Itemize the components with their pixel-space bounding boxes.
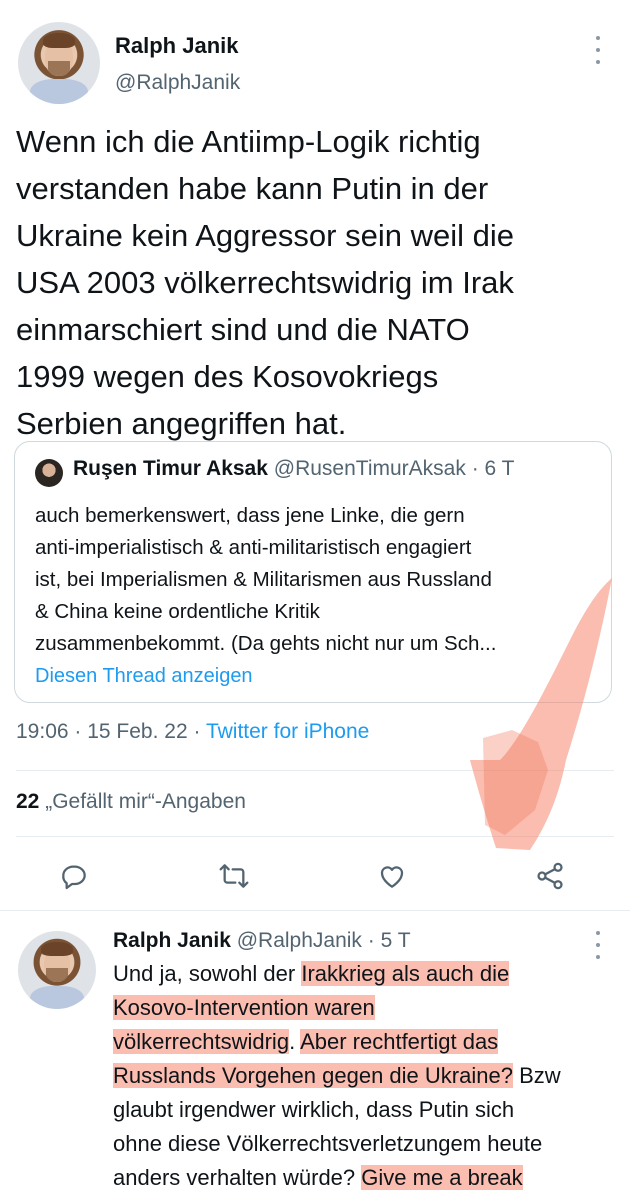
reply-text-line: Russlands Vorgehen gegen die Ukraine? Bz… bbox=[113, 1059, 613, 1093]
show-thread-link[interactable]: Diesen Thread anzeigen bbox=[35, 665, 253, 688]
tweet-meta: 19:06 · 15 Feb. 22 · Twitter for iPhone bbox=[16, 720, 370, 743]
reply-author-handle[interactable]: @RalphJanik bbox=[237, 929, 362, 952]
more-icon[interactable] bbox=[592, 931, 604, 959]
reply-text-segment: Bzw bbox=[512, 1063, 561, 1088]
quoted-author-handle: @RusenTimurAksak bbox=[273, 457, 466, 480]
quoted-tweet-card[interactable]: Ruşen Timur Aksak @RusenTimurAksak · 6 T… bbox=[14, 441, 612, 703]
reply-text: Und ja, sowohl der Irakkrieg als auch di… bbox=[113, 957, 613, 1195]
share-button[interactable] bbox=[530, 856, 570, 896]
retweet-icon bbox=[219, 864, 249, 888]
likes-label: „Gefällt mir“-Angaben bbox=[45, 790, 246, 813]
reply-text-segment: Und ja, sowohl der bbox=[113, 961, 302, 986]
reply-author-name[interactable]: Ralph Janik bbox=[113, 929, 231, 952]
reply-header: Ralph Janik @RalphJanik · 5 T bbox=[113, 929, 411, 953]
highlighted-text: Give me a break bbox=[361, 1165, 523, 1190]
quoted-text-line: ist, bei Imperialismen & Militarismen au… bbox=[35, 568, 492, 591]
reply-text-line: glaubt irgendwer wirklich, dass Putin si… bbox=[113, 1097, 515, 1122]
more-icon[interactable] bbox=[592, 36, 604, 64]
divider bbox=[16, 770, 614, 771]
share-icon bbox=[537, 862, 563, 890]
tweet-text-line: Serbien angegriffen hat. bbox=[16, 406, 347, 441]
quoted-author-name: Ruşen Timur Aksak bbox=[73, 457, 268, 480]
quoted-text-line: anti-imperialistisch & anti-militaristis… bbox=[35, 536, 472, 559]
reply-text-line: anders verhalten würde? Give me a break bbox=[113, 1161, 613, 1195]
reply-text-line: Und ja, sowohl der Irakkrieg als auch di… bbox=[113, 957, 613, 991]
tweet-text-line: Wenn ich die Antiimp-Logik richtig bbox=[16, 124, 481, 159]
tweet-text-line: 1999 wegen des Kosovokriegs bbox=[16, 359, 439, 394]
tweet-text-line: Ukraine kein Aggressor sein weil die bbox=[16, 218, 514, 253]
quoted-tweet-text: auch bemerkenswert, dass jene Linke, die… bbox=[35, 500, 595, 660]
reply-author-avatar[interactable] bbox=[18, 931, 96, 1009]
reply-text-line: Kosovo-Intervention waren bbox=[113, 991, 613, 1025]
reply-text-segment: . bbox=[289, 1029, 301, 1054]
highlighted-text: Aber rechtfertigt das bbox=[300, 1029, 499, 1054]
tweet-text: Wenn ich die Antiimp-Logik richtig verst… bbox=[16, 118, 616, 447]
author-handle[interactable]: @RalphJanik bbox=[115, 71, 240, 95]
likes-count: 22 bbox=[16, 790, 40, 813]
quoted-text-line: auch bemerkenswert, dass jene Linke, die… bbox=[35, 504, 465, 527]
reply-age: · 5 T bbox=[367, 929, 411, 952]
tweet-text-line: verstanden habe kann Putin in der bbox=[16, 171, 489, 206]
reply-button[interactable] bbox=[54, 856, 94, 896]
reply-icon bbox=[62, 865, 86, 890]
quoted-tweet-age: · 6 T bbox=[471, 457, 515, 480]
tweet-text-line: USA 2003 völkerrechtswidrig im Irak bbox=[16, 265, 514, 300]
highlighted-text: Russlands Vorgehen gegen die Ukraine? bbox=[113, 1063, 513, 1088]
author-avatar[interactable] bbox=[18, 22, 100, 104]
like-icon bbox=[380, 866, 404, 888]
highlighted-text: Kosovo-Intervention waren bbox=[113, 995, 375, 1020]
tweet-source[interactable]: Twitter for iPhone bbox=[206, 720, 369, 743]
like-button[interactable] bbox=[372, 856, 412, 896]
tweet-text-line: einmarschiert sind und die NATO bbox=[16, 312, 470, 347]
reply-text-segment: anders verhalten würde? bbox=[113, 1165, 362, 1190]
likes-stat[interactable]: 22 „Gefällt mir“-Angaben bbox=[16, 790, 246, 814]
quoted-text-line: zusammenbekommt. (Da gehts nicht nur um … bbox=[35, 632, 497, 655]
reply-text-line: völkerrechtswidrig. Aber rechtfertigt da… bbox=[113, 1025, 613, 1059]
highlighted-text: völkerrechtswidrig bbox=[113, 1029, 290, 1054]
divider bbox=[16, 836, 614, 837]
quoted-text-line: & China keine ordentliche Kritik bbox=[35, 600, 320, 623]
author-name[interactable]: Ralph Janik bbox=[115, 33, 238, 59]
highlighted-text: Irakkrieg als auch die bbox=[301, 961, 510, 986]
reply-tweet[interactable]: Ralph Janik @RalphJanik · 5 T Und ja, so… bbox=[0, 911, 630, 1200]
retweet-button[interactable] bbox=[214, 856, 254, 896]
main-tweet: Ralph Janik @RalphJanik Wenn ich die Ant… bbox=[0, 0, 630, 910]
quoted-author-avatar bbox=[35, 459, 63, 487]
quoted-tweet-header: Ruşen Timur Aksak @RusenTimurAksak · 6 T bbox=[73, 457, 514, 481]
tweet-date[interactable]: 15 Feb. 22 bbox=[87, 720, 187, 743]
reply-text-line: ohne diese Völkerrechtsverletzungem heut… bbox=[113, 1131, 543, 1156]
action-bar bbox=[0, 856, 630, 896]
tweet-time[interactable]: 19:06 bbox=[16, 720, 69, 743]
